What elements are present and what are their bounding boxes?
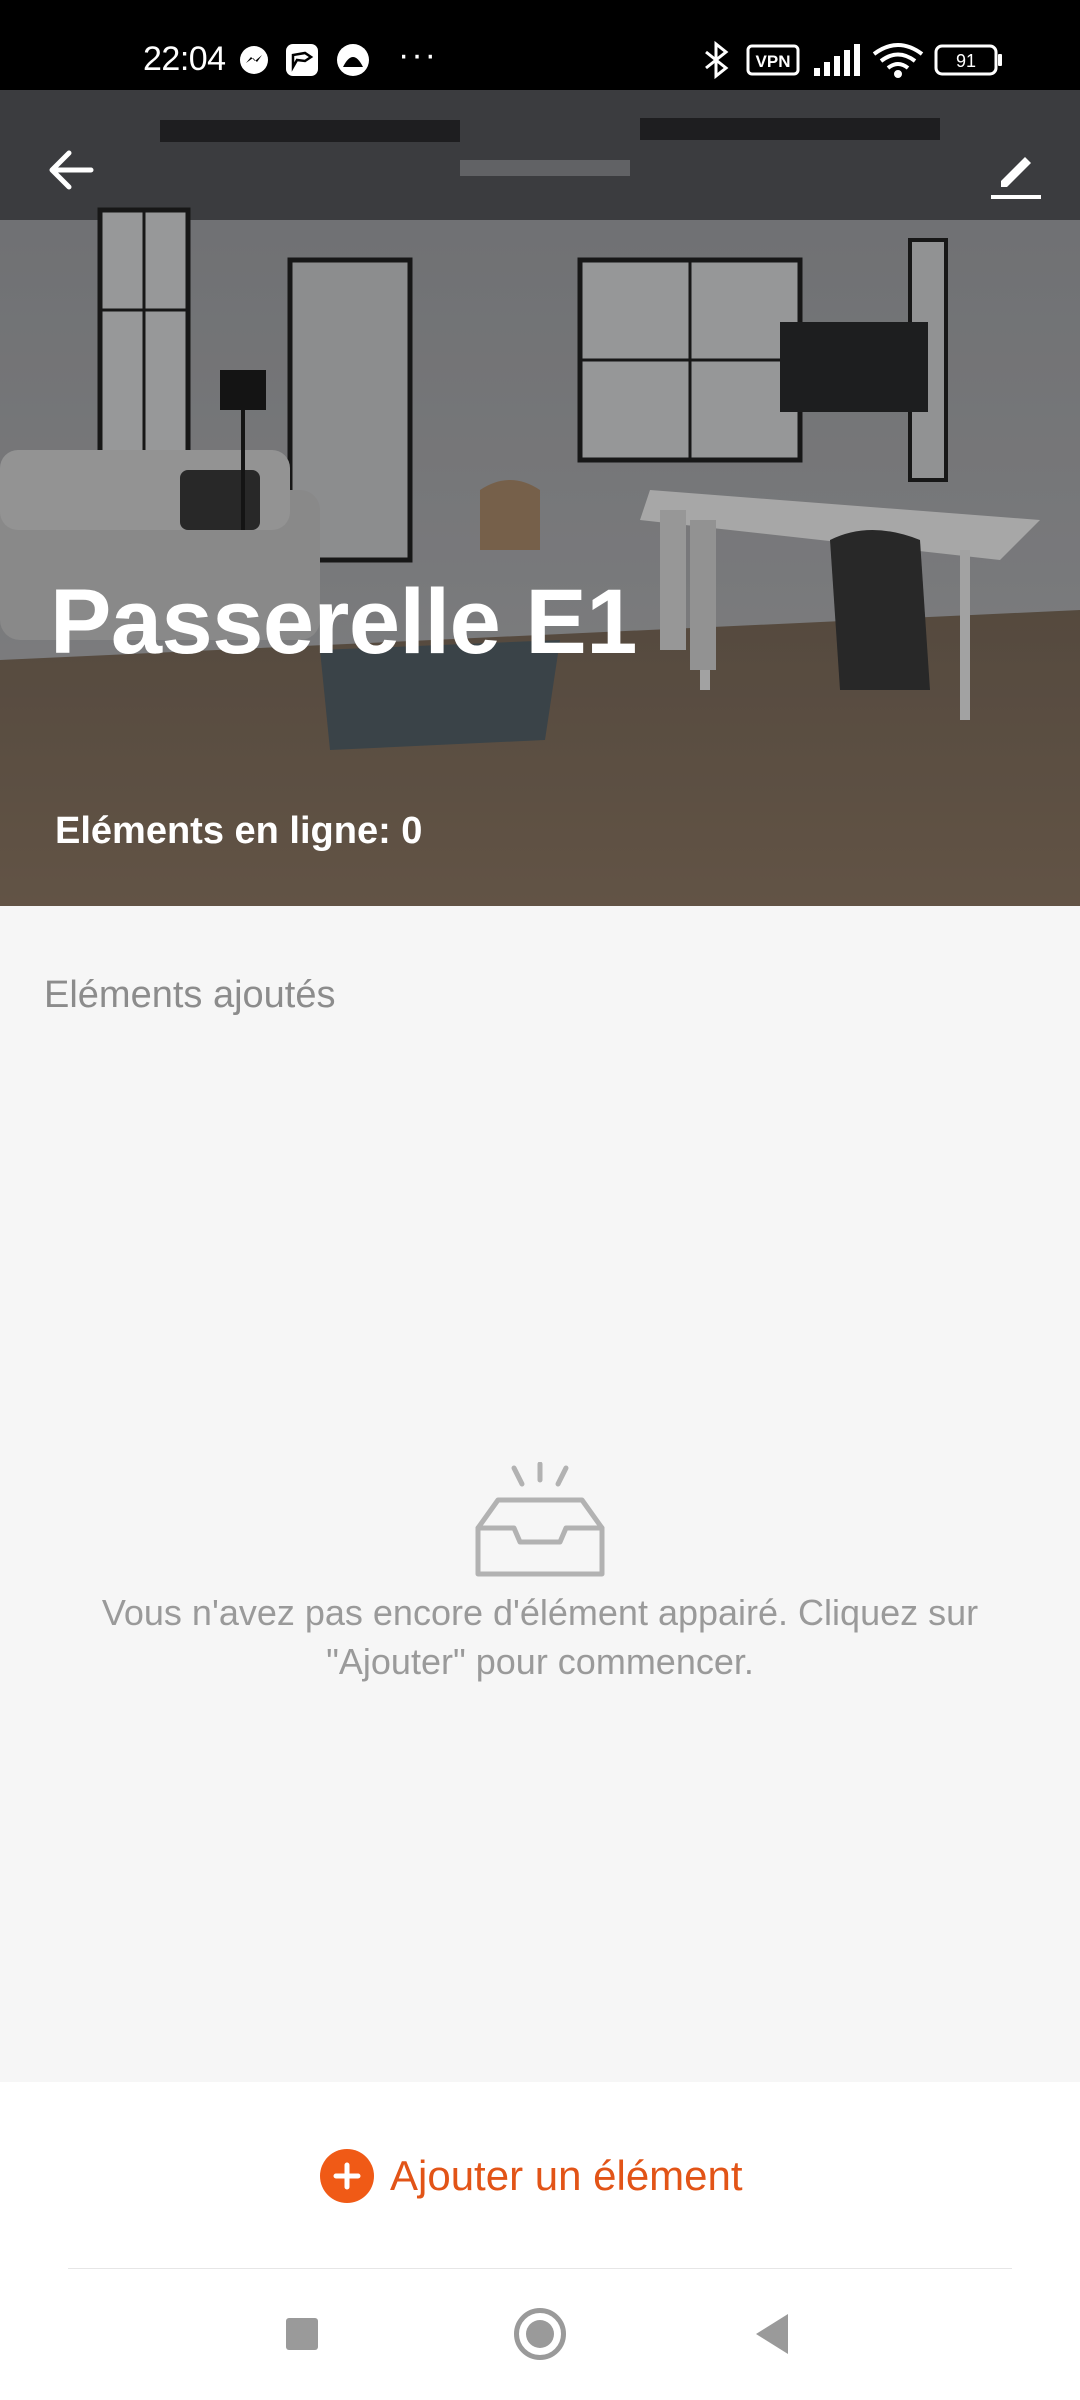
pencil-edit-icon <box>991 157 1041 199</box>
home-circle-inner <box>526 2320 554 2348</box>
vpn-icon: VPN <box>746 44 800 76</box>
signal-icon <box>814 44 860 76</box>
plus-circle-icon <box>320 2149 374 2203</box>
edit-button[interactable] <box>980 140 1050 210</box>
status-right-icons: VPN 91 <box>705 40 1002 80</box>
online-elements-count: Eléments en ligne: 0 <box>55 810 423 852</box>
page-title: Passerelle E1 <box>50 571 637 673</box>
back-triangle-icon[interactable] <box>756 2314 788 2354</box>
bluetooth-icon <box>705 40 729 80</box>
battery-icon: 91 <box>934 44 1002 76</box>
wifi-icon <box>872 43 924 78</box>
hero-overlay <box>0 90 1080 906</box>
added-elements-section: Eléments ajoutés Vous n'avez pas encore … <box>0 906 1080 2082</box>
section-title: Eléments ajoutés <box>44 974 336 1016</box>
hero-banner: Passerelle E1 Eléments en ligne: 0 <box>0 90 1080 906</box>
back-button[interactable] <box>30 130 110 210</box>
svg-text:VPN: VPN <box>756 52 791 71</box>
status-bar: 22:04 ··· VPN 91 <box>0 0 1080 90</box>
home-circle-icon[interactable] <box>514 2308 566 2360</box>
recents-square-icon[interactable] <box>286 2318 318 2350</box>
svg-text:91: 91 <box>956 51 976 71</box>
divider <box>68 2268 1012 2269</box>
add-element-button[interactable]: Ajouter un élément <box>320 2146 743 2206</box>
empty-state-message: Vous n'avez pas encore d'élément appairé… <box>101 1592 979 1682</box>
back-arrow-icon <box>49 150 94 190</box>
add-element-label: Ajouter un élément <box>390 2152 743 2199</box>
empty-inbox-icon <box>475 1462 605 1577</box>
